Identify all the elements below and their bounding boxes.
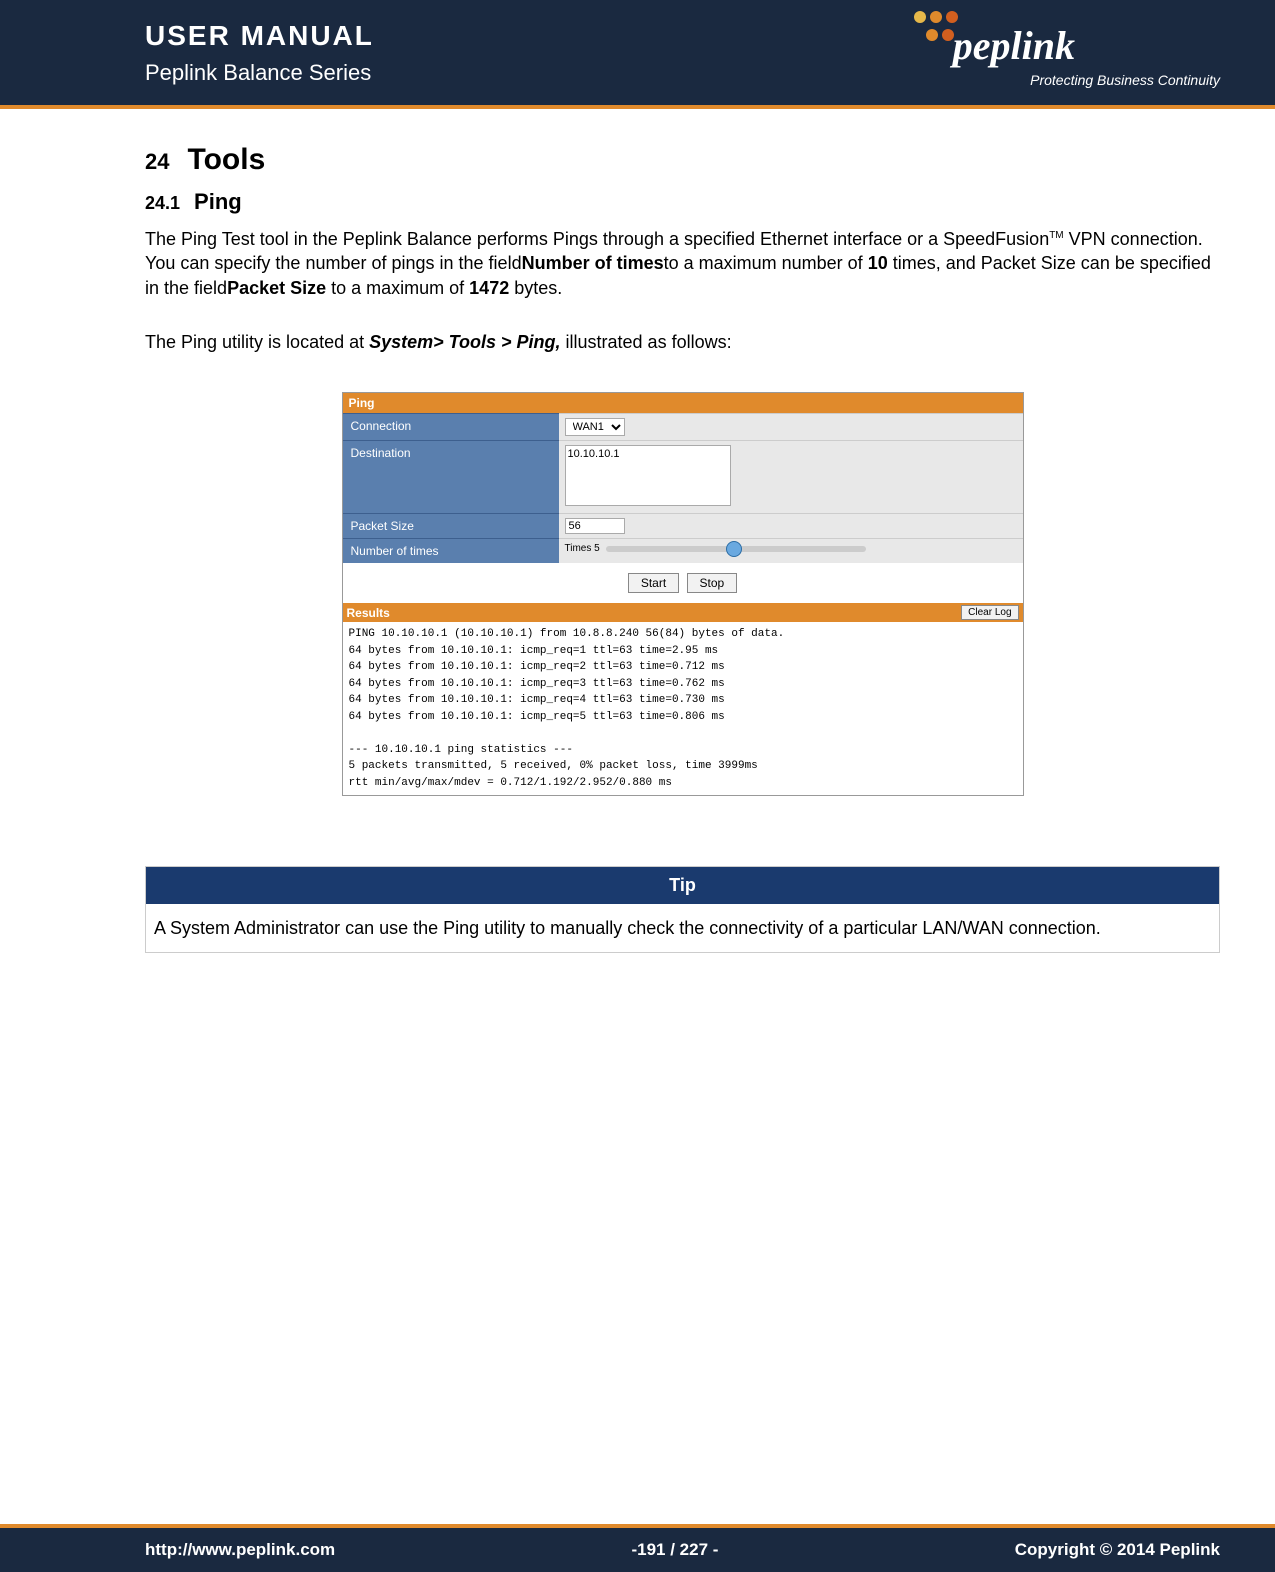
header-bar: USER MANUAL Peplink Balance Series pepli… xyxy=(0,0,1275,130)
times-value: Times 5 xyxy=(565,543,600,554)
times-slider[interactable] xyxy=(606,546,866,552)
tip-box: Tip A System Administrator can use the P… xyxy=(145,866,1220,953)
header-divider xyxy=(0,105,1275,109)
header-title-block: USER MANUAL Peplink Balance Series xyxy=(145,20,374,86)
paragraph-2: The Ping utility is located at System> T… xyxy=(145,330,1220,354)
stop-button[interactable]: Stop xyxy=(687,573,738,593)
connection-label: Connection xyxy=(343,413,559,440)
results-label: Results xyxy=(347,606,390,620)
footer-url: http://www.peplink.com xyxy=(145,1540,335,1560)
ping-buttons-row: Start Stop xyxy=(343,563,1023,603)
section-heading: 24 Tools xyxy=(145,143,1220,177)
manual-subtitle: Peplink Balance Series xyxy=(145,60,374,86)
tip-header: Tip xyxy=(146,867,1219,904)
ping-header: Ping xyxy=(343,393,1023,413)
document-page: USER MANUAL Peplink Balance Series pepli… xyxy=(0,0,1275,1572)
packet-size-row: Packet Size xyxy=(343,513,1023,538)
page-content: 24 Tools 24.1 Ping The Ping Test tool in t… xyxy=(145,135,1220,953)
subsection-title: Ping xyxy=(194,189,242,214)
brand-logo: peplink Protecting Business Continuity xyxy=(860,10,1220,105)
number-times-label: Number of times xyxy=(343,538,559,563)
slider-thumb-icon[interactable] xyxy=(726,541,742,557)
destination-label: Destination xyxy=(343,440,559,513)
subsection-number: 24.1 xyxy=(145,193,180,213)
tip-body: A System Administrator can use the Ping … xyxy=(146,904,1219,952)
start-button[interactable]: Start xyxy=(628,573,679,593)
paragraph-1: The Ping Test tool in the Peplink Balanc… xyxy=(145,227,1220,300)
section-title: Tools xyxy=(187,143,265,176)
destination-row: Destination 10.10.10.1 xyxy=(343,440,1023,513)
number-times-row: Number of times Times 5 xyxy=(343,538,1023,563)
connection-select[interactable]: WAN1 xyxy=(565,418,625,436)
footer-navy: http://www.peplink.com -191 / 227 - Copy… xyxy=(0,1528,1275,1572)
section-number: 24 xyxy=(145,149,169,174)
header-navy-bg: USER MANUAL Peplink Balance Series pepli… xyxy=(0,0,1275,105)
packet-size-label: Packet Size xyxy=(343,513,559,538)
clear-log-button[interactable]: Clear Log xyxy=(961,605,1018,620)
ping-tool-screenshot: Ping Connection WAN1 Destination 10.10.1… xyxy=(342,392,1024,796)
footer-copyright: Copyright © 2014 Peplink xyxy=(1015,1540,1220,1560)
brand-tagline: Protecting Business Continuity xyxy=(1030,72,1220,88)
manual-title: USER MANUAL xyxy=(145,20,374,52)
subsection-heading: 24.1 Ping xyxy=(145,189,1220,215)
results-header: Results Clear Log xyxy=(343,603,1023,622)
footer-bar: http://www.peplink.com -191 / 227 - Copy… xyxy=(0,1524,1275,1572)
connection-row: Connection WAN1 xyxy=(343,413,1023,440)
destination-input[interactable]: 10.10.10.1 xyxy=(565,445,731,506)
brand-name: peplink xyxy=(953,22,1075,69)
packet-size-input[interactable] xyxy=(565,518,625,534)
results-output: PING 10.10.10.1 (10.10.10.1) from 10.8.8… xyxy=(343,622,1023,795)
footer-page: -191 / 227 - xyxy=(631,1540,718,1560)
